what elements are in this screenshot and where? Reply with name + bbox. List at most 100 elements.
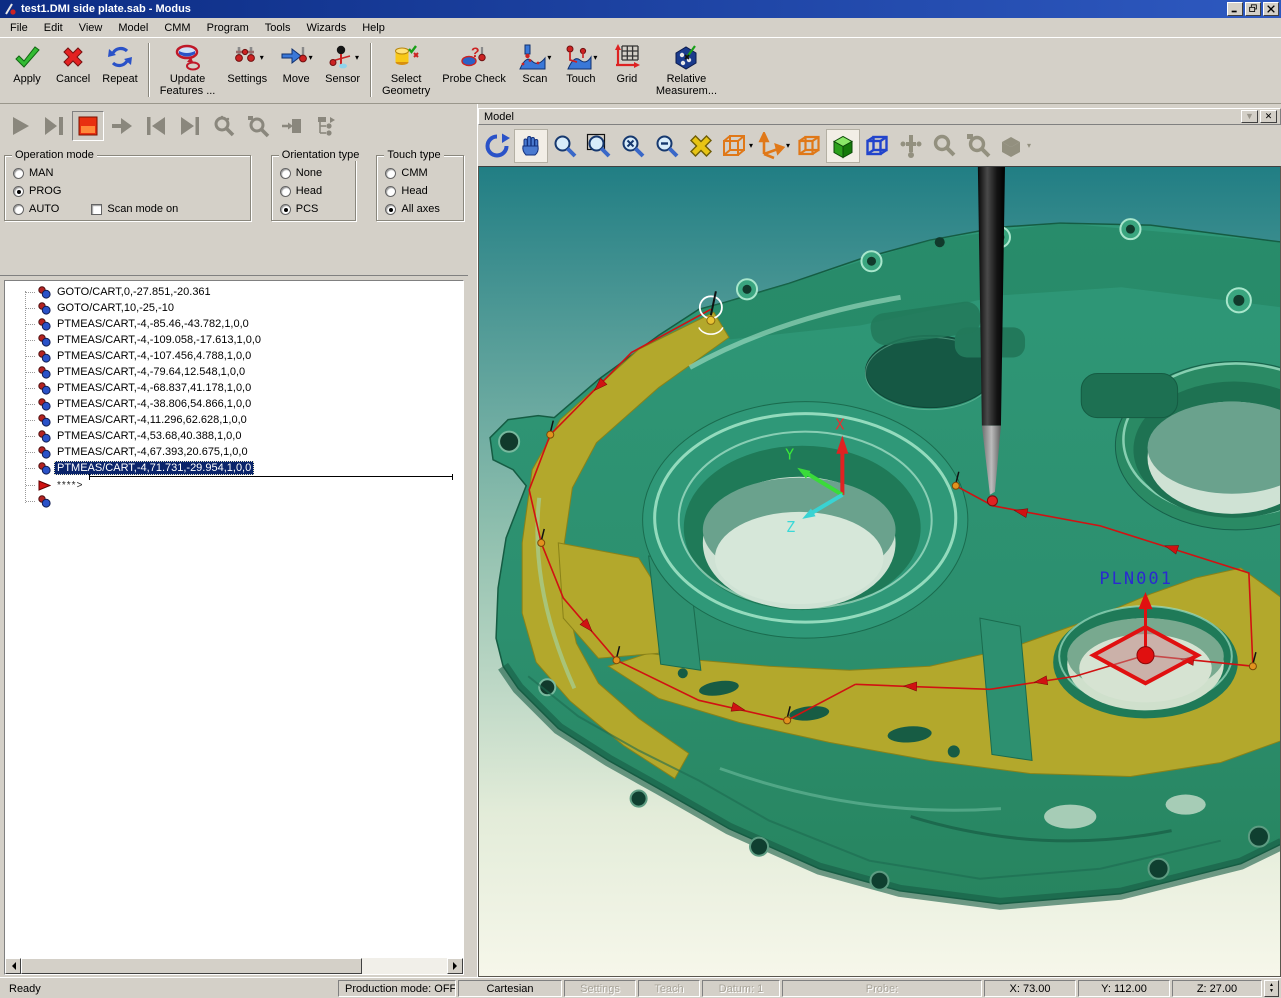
solid-cube-button[interactable]: [826, 129, 860, 163]
program-tree-row[interactable]: PTMEAS/CART,-4,-107.456,4.788,1,0,0: [11, 348, 463, 364]
radio-prog[interactable]: PROG: [13, 182, 244, 200]
program-tree-row[interactable]: [11, 493, 463, 509]
settings-button[interactable]: ▾Settings: [221, 40, 273, 86]
delete-x-button[interactable]: [684, 129, 718, 163]
menu-item-wizards[interactable]: Wizards: [298, 19, 354, 37]
radio-button[interactable]: [280, 168, 291, 179]
program-tree-row[interactable]: PTMEAS/CART,-4,11.296,62.628,1,0,0: [11, 412, 463, 428]
probe-check-button[interactable]: ?Probe Check: [436, 40, 512, 86]
dropdown-caret-icon[interactable]: ▾: [547, 53, 551, 62]
gray-box-button[interactable]: ▾: [996, 129, 1033, 163]
program-tree-row[interactable]: GOTO/CART,10,-25,-10: [11, 300, 463, 316]
program-tree-row[interactable]: PTMEAS/CART,-4,-85.46,-43.782,1,0,0: [11, 316, 463, 332]
scan-mode-checkbox[interactable]: [91, 204, 102, 215]
move-button[interactable]: ▾Move: [273, 40, 319, 86]
program-tree-row[interactable]: PTMEAS/CART,-4,-79.64,12.548,1,0,0: [11, 364, 463, 380]
radio-button[interactable]: [385, 204, 396, 215]
program-tree-row[interactable]: PTMEAS/CART,-4,71.731,-29.954,1,0,0: [11, 460, 463, 476]
menu-item-cmm[interactable]: CMM: [156, 19, 198, 37]
rotate-view-button[interactable]: [480, 129, 514, 163]
blue-cube-button[interactable]: [860, 129, 894, 163]
program-tree-row[interactable]: GOTO/CART,0,-27.851,-20.361: [11, 284, 463, 300]
run-to-cursor-button[interactable]: [38, 111, 70, 141]
radio-head[interactable]: Head: [280, 182, 350, 200]
menu-item-file[interactable]: File: [2, 19, 36, 37]
dropdown-caret-icon[interactable]: ▾: [786, 141, 790, 150]
relative-button[interactable]: RelativeMeasurem...: [650, 40, 723, 98]
dropdown-caret-icon[interactable]: ▾: [593, 53, 597, 62]
find-button[interactable]: [208, 111, 240, 141]
status-spinner[interactable]: ▲▼: [1264, 980, 1279, 997]
resume-button[interactable]: [106, 111, 138, 141]
panel-splitter[interactable]: [468, 104, 478, 977]
update-button[interactable]: UpdateFeatures ...: [154, 40, 222, 98]
repeat-button[interactable]: Repeat: [96, 40, 143, 86]
dropdown-caret-icon[interactable]: ▾: [355, 53, 359, 62]
pan-button[interactable]: [514, 129, 548, 163]
menu-item-tools[interactable]: Tools: [257, 19, 299, 37]
program-tree-row[interactable]: PTMEAS/CART,-4,-109.058,-17.613,1,0,0: [11, 332, 463, 348]
radio-cmm[interactable]: CMM: [385, 164, 457, 182]
apply-button[interactable]: Apply: [4, 40, 50, 86]
zoom-button[interactable]: [548, 129, 582, 163]
go-end-button[interactable]: [174, 111, 206, 141]
scroll-track[interactable]: [21, 958, 447, 974]
gray-probe-button[interactable]: [894, 129, 928, 163]
model-viewport[interactable]: PLN001 X Y Z: [478, 166, 1281, 977]
radio-auto[interactable]: AUTOScan mode on: [13, 200, 244, 218]
scroll-left-button[interactable]: [5, 958, 21, 974]
radio-button[interactable]: [385, 186, 396, 197]
radio-none[interactable]: None: [280, 164, 350, 182]
scroll-thumb[interactable]: [21, 958, 362, 974]
dropdown-caret-icon[interactable]: ▾: [309, 53, 313, 62]
scroll-right-button[interactable]: [447, 958, 463, 974]
menu-item-help[interactable]: Help: [354, 19, 393, 37]
program-tree-row[interactable]: PTMEAS/CART,-4,67.393,20.675,1,0,0: [11, 444, 463, 460]
radio-head[interactable]: Head: [385, 182, 457, 200]
radio-button[interactable]: [13, 168, 24, 179]
program-tree-row[interactable]: PTMEAS/CART,-4,-68.837,41.178,1,0,0: [11, 380, 463, 396]
touch-button[interactable]: ▾Touch: [558, 40, 604, 86]
zoom-out-button[interactable]: [650, 129, 684, 163]
radio-button[interactable]: [13, 186, 24, 197]
model-close-button[interactable]: ✕: [1260, 110, 1277, 123]
insert-button[interactable]: [276, 111, 308, 141]
wire-box2-button[interactable]: [792, 129, 826, 163]
program-end-marker[interactable]: ****>: [11, 477, 463, 493]
radio-man[interactable]: MAN: [13, 164, 244, 182]
radio-all-axes[interactable]: All axes: [385, 200, 457, 218]
cancel-button[interactable]: Cancel: [50, 40, 96, 86]
find-feature-button[interactable]: [242, 111, 274, 141]
zoom-window-button[interactable]: [582, 129, 616, 163]
select-button[interactable]: SelectGeometry: [376, 40, 436, 98]
menu-item-program[interactable]: Program: [199, 19, 257, 37]
menu-item-view[interactable]: View: [71, 19, 111, 37]
edit-sequence-button[interactable]: [310, 111, 342, 141]
restore-button[interactable]: [1245, 2, 1261, 16]
menu-item-edit[interactable]: Edit: [36, 19, 71, 37]
sensor-button[interactable]: ▾Sensor: [319, 40, 366, 86]
gray-find-button[interactable]: [928, 129, 962, 163]
dropdown-caret-icon[interactable]: ▾: [749, 141, 753, 150]
zoom-cancel-button[interactable]: [616, 129, 650, 163]
menu-item-model[interactable]: Model: [110, 19, 156, 37]
program-tree-row[interactable]: PTMEAS/CART,-4,53.68,40.388,1,0,0: [11, 428, 463, 444]
radio-button[interactable]: [13, 204, 24, 215]
dropdown-caret-icon[interactable]: ▾: [260, 53, 264, 62]
stop-button[interactable]: [72, 111, 104, 141]
go-start-button[interactable]: [140, 111, 172, 141]
run-button[interactable]: [4, 111, 36, 141]
grid-button[interactable]: Grid: [604, 40, 650, 86]
program-tree-row[interactable]: PTMEAS/CART,-4,-38.806,54.866,1,0,0: [11, 396, 463, 412]
minimize-button[interactable]: [1227, 2, 1243, 16]
close-button[interactable]: [1263, 2, 1279, 16]
model-dropdown-button[interactable]: ▼: [1241, 110, 1258, 123]
tree-horizontal-scrollbar[interactable]: [5, 958, 463, 974]
radio-pcs[interactable]: PCS: [280, 200, 350, 218]
radio-button[interactable]: [280, 186, 291, 197]
axes-button[interactable]: ▾: [755, 129, 792, 163]
scan-button[interactable]: ▾Scan: [512, 40, 558, 86]
dropdown-caret-icon[interactable]: ▾: [1027, 141, 1031, 150]
radio-button[interactable]: [280, 204, 291, 215]
wire-box-button[interactable]: ▾: [718, 129, 755, 163]
